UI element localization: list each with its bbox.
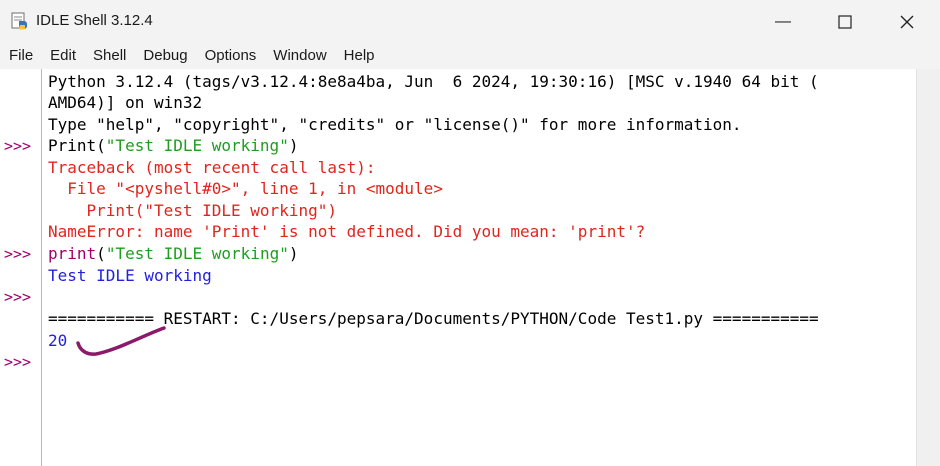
close-icon — [900, 15, 914, 29]
command-line: Print("Test IDLE working") — [48, 135, 298, 156]
window-title: IDLE Shell 3.12.4 — [36, 12, 153, 29]
maximize-button[interactable] — [814, 0, 876, 44]
prompt-marker: >>> — [4, 245, 32, 263]
string-literal: "Test IDLE working" — [105, 136, 289, 155]
menu-help[interactable]: Help — [335, 44, 383, 68]
command-line: print("Test IDLE working") — [48, 243, 298, 264]
menu-edit[interactable]: Edit — [41, 44, 84, 68]
checkmark-annotation — [76, 326, 166, 356]
menu-window[interactable]: Window — [264, 44, 334, 68]
maximize-icon — [838, 15, 852, 29]
shell-text-area[interactable]: Python 3.12.4 (tags/v3.12.4:8e8a4ba, Jun… — [42, 69, 916, 466]
banner-line: Python 3.12.4 (tags/v3.12.4:8e8a4ba, Jun… — [48, 72, 819, 91]
menu-options[interactable]: Options — [196, 44, 265, 68]
command-text: ) — [288, 136, 299, 155]
command-text: ( — [96, 244, 106, 263]
minimize-icon: — — [775, 13, 791, 30]
string-literal: "Test IDLE working" — [105, 244, 289, 263]
banner-line: Type "help", "copyright", "credits" or "… — [48, 115, 742, 134]
traceback-line: Print("Test IDLE working") — [48, 201, 337, 220]
builtin-keyword: print — [48, 244, 97, 263]
prompt-gutter: >>> >>> >>> >>> — [0, 69, 41, 466]
minimize-button[interactable]: — — [752, 0, 814, 44]
menu-debug[interactable]: Debug — [134, 44, 195, 68]
vertical-scrollbar[interactable] — [916, 69, 940, 466]
error-message: NameError: name 'Print' is not defined. … — [48, 222, 646, 241]
prompt-marker: >>> — [4, 353, 32, 371]
idle-app-icon — [11, 12, 27, 30]
close-button[interactable] — [876, 0, 938, 44]
command-text: Print( — [48, 136, 106, 155]
output-line: 20 — [48, 331, 68, 350]
menu-file[interactable]: File — [0, 44, 41, 68]
menu-bar: File Edit Shell Debug Options Window Hel… — [0, 44, 940, 68]
menu-shell[interactable]: Shell — [84, 44, 134, 68]
command-text: ) — [288, 244, 299, 263]
title-bar: IDLE Shell 3.12.4 — — [0, 0, 940, 44]
traceback-line: File "<pyshell#0>", line 1, in <module> — [48, 179, 443, 198]
output-line: Test IDLE working — [48, 266, 212, 285]
banner-line: AMD64)] on win32 — [48, 93, 203, 112]
traceback-line: Traceback (most recent call last): — [48, 158, 376, 177]
prompt-marker: >>> — [4, 288, 32, 306]
prompt-marker: >>> — [4, 137, 32, 155]
